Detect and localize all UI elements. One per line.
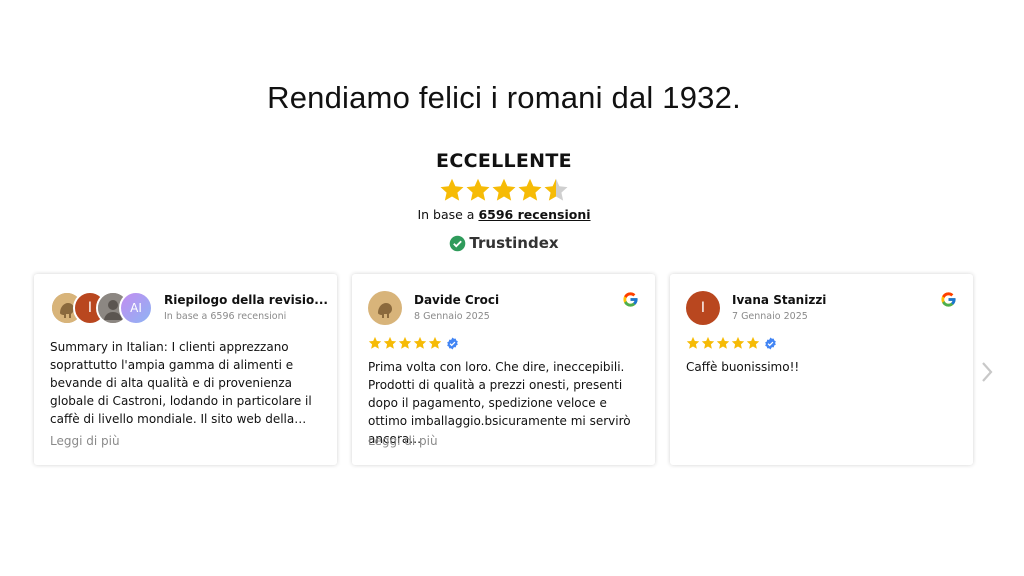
review-count-link[interactable]: 6596 recensioni: [478, 207, 590, 222]
five-stars-icon: [686, 336, 760, 349]
read-more-link[interactable]: Leggi di più: [368, 434, 438, 448]
elephant-logo-icon: [370, 293, 400, 323]
page-headline: Rendiamo felici i romani dal 1932.: [267, 80, 741, 115]
summary-subtitle: In base a 6596 recensioni: [164, 311, 287, 322]
check-circle-icon: [450, 235, 466, 251]
five-stars-icon: [368, 336, 442, 349]
overall-stars: [0, 176, 1008, 204]
review-card[interactable]: Davide Croci 8 Gennaio 2025 Prima volta …: [352, 274, 655, 465]
google-icon: [940, 291, 957, 308]
card-header: I Ivana Stanizzi 7 Gennaio 2025: [686, 291, 957, 325]
review-date: 7 Gennaio 2025: [732, 311, 808, 322]
avatar-initial: I: [700, 300, 706, 316]
ai-avatar-label: AI: [130, 301, 142, 315]
overall-star-icons: [440, 178, 568, 201]
reviewer-avatar: I: [686, 291, 720, 325]
review-rating: [686, 336, 777, 350]
verified-badge-icon: [764, 337, 777, 350]
brand-name: Trustindex: [469, 234, 559, 252]
card-header: I AI Riepilogo della revisio... In base …: [50, 291, 328, 325]
review-card-summary[interactable]: I AI Riepilogo della revisio... In base …: [34, 274, 337, 465]
chevron-right-icon[interactable]: [980, 360, 994, 384]
review-rating: [368, 336, 459, 350]
reviewer-avatar: [368, 291, 402, 325]
review-date: 8 Gennaio 2025: [414, 311, 490, 322]
card-header: Davide Croci 8 Gennaio 2025: [368, 291, 639, 325]
summary-title: Riepilogo della revisio...: [164, 293, 328, 307]
avatar-initial: I: [87, 300, 93, 316]
verified-badge-icon: [446, 337, 459, 350]
review-text: Caffè buonissimo!!: [686, 360, 800, 374]
review-card[interactable]: I Ivana Stanizzi 7 Gennaio 2025 Caffè bu…: [670, 274, 973, 465]
rating-word: ECCELLENTE: [436, 150, 572, 172]
reviewer-name: Davide Croci: [414, 293, 500, 307]
ai-avatar: AI: [119, 291, 153, 325]
reviewer-name: Ivana Stanizzi: [732, 293, 827, 307]
review-text: Summary in Italian: I clienti apprezzano…: [50, 340, 312, 426]
read-more-link[interactable]: Leggi di più: [50, 434, 120, 448]
trustindex-logo[interactable]: Trustindex: [449, 234, 559, 252]
google-icon: [622, 291, 639, 308]
rating-summary: ECCELLENTE In base a 6596 recensioni Tru…: [0, 150, 1008, 257]
review-count-line: In base a 6596 recensioni: [0, 207, 1008, 222]
review-count-prefix: In base a: [417, 207, 475, 222]
